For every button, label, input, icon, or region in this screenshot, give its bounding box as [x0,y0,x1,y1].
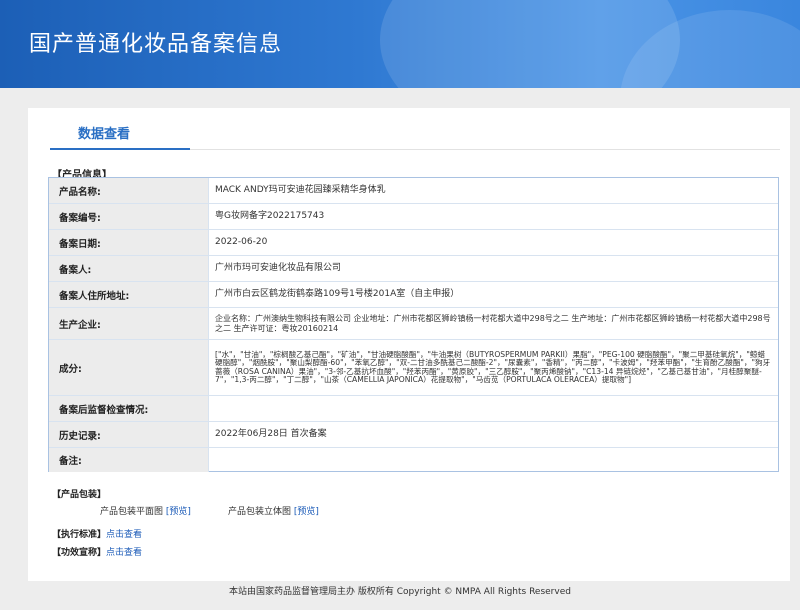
main-panel: 数据查看 【产品信息】 产品名称: MACK ANDY玛可安迪花园臻采精华身体乳… [28,108,790,581]
row-label-post-supervision: 备案后监督检查情况: [49,396,209,421]
table-row: 生产企业: 企业名称：广州澳纳生物科技有限公司 企业地址：广州市花都区狮岭镇杨一… [49,308,778,340]
row-value-registrant: 广州市玛可安迪化妆品有限公司 [215,263,342,274]
row-value-record-number: 粤G妆网备字2022175743 [215,211,325,222]
row-label-ingredients: 成分: [49,340,209,395]
header-banner: 国产普通化妆品备案信息 [0,0,800,88]
table-row: 备注: [49,448,778,472]
package-solid-preview-link[interactable]: [预览] [294,507,319,517]
row-label-product-name: 产品名称: [49,178,209,203]
table-row: 历史记录: 2022年06月28日 首次备案 [49,422,778,448]
row-value-post-supervision [209,396,778,421]
efficacy-view-link[interactable]: 点击查看 [106,545,142,558]
row-label-record-date: 备案日期: [49,230,209,255]
row-value-record-date: 2022-06-20 [215,237,268,248]
product-info-table: 产品名称: MACK ANDY玛可安迪花园臻采精华身体乳 备案编号: 粤G妆网备… [48,177,779,472]
standard-view-link[interactable]: 点击查看 [106,527,142,540]
package-flat-item: 产品包装平面图 [预览] [100,504,191,517]
row-label-record-number: 备案编号: [49,204,209,229]
page-title: 国产普通化妆品备案信息 [29,32,283,57]
table-row: 备案后监督检查情况: [49,396,778,422]
row-label-registrant: 备案人: [49,256,209,281]
package-solid-label: 产品包装立体图 [228,507,292,517]
footer-copyright: 本站由国家药品监督管理局主办 版权所有 Copyright © NMPA All… [229,587,571,597]
section-title-efficacy: 【功效宣称】 [52,548,107,558]
row-label-remarks: 备注: [49,448,209,472]
tab-divider [190,149,780,150]
row-value-registrant-address: 广州市白云区鹤龙街鹤泰路109号1号楼201A室（自主申报） [215,289,460,300]
tab-data-view[interactable]: 数据查看 [78,123,130,142]
row-value-remarks [209,448,778,472]
package-solid-item: 产品包装立体图 [预览] [228,504,319,517]
table-row: 成分: ["水"，"甘油"，"棕榈酸乙基己酯"，"矿油"，"甘油硬脂酸酯"，"牛… [49,340,778,396]
table-row: 产品名称: MACK ANDY玛可安迪花园臻采精华身体乳 [49,178,778,204]
row-value-product-name: MACK ANDY玛可安迪花园臻采精华身体乳 [215,185,386,196]
row-value-manufacturer: 企业名称：广州澳纳生物科技有限公司 企业地址：广州市花都区狮岭镇杨一村花都大道中… [215,314,771,333]
tab-bar: 数据查看 [50,118,190,150]
section-title-package: 【产品包装】 [52,490,107,500]
row-value-history: 2022年06月28日 首次备案 [215,429,327,440]
package-flat-label: 产品包装平面图 [100,507,164,517]
table-row: 备案编号: 粤G妆网备字2022175743 [49,204,778,230]
table-row: 备案人住所地址: 广州市白云区鹤龙街鹤泰路109号1号楼201A室（自主申报） [49,282,778,308]
section-title-standard: 【执行标准】 [52,530,107,540]
row-label-registrant-address: 备案人住所地址: [49,282,209,307]
row-value-ingredients: ["水"，"甘油"，"棕榈酸乙基己酯"，"矿油"，"甘油硬脂酸酯"，"牛油果树（… [215,349,771,384]
package-flat-preview-link[interactable]: [预览] [166,507,191,517]
table-row: 备案人: 广州市玛可安迪化妆品有限公司 [49,256,778,282]
row-label-manufacturer: 生产企业: [49,308,209,339]
table-row: 备案日期: 2022-06-20 [49,230,778,256]
row-label-history: 历史记录: [49,422,209,447]
